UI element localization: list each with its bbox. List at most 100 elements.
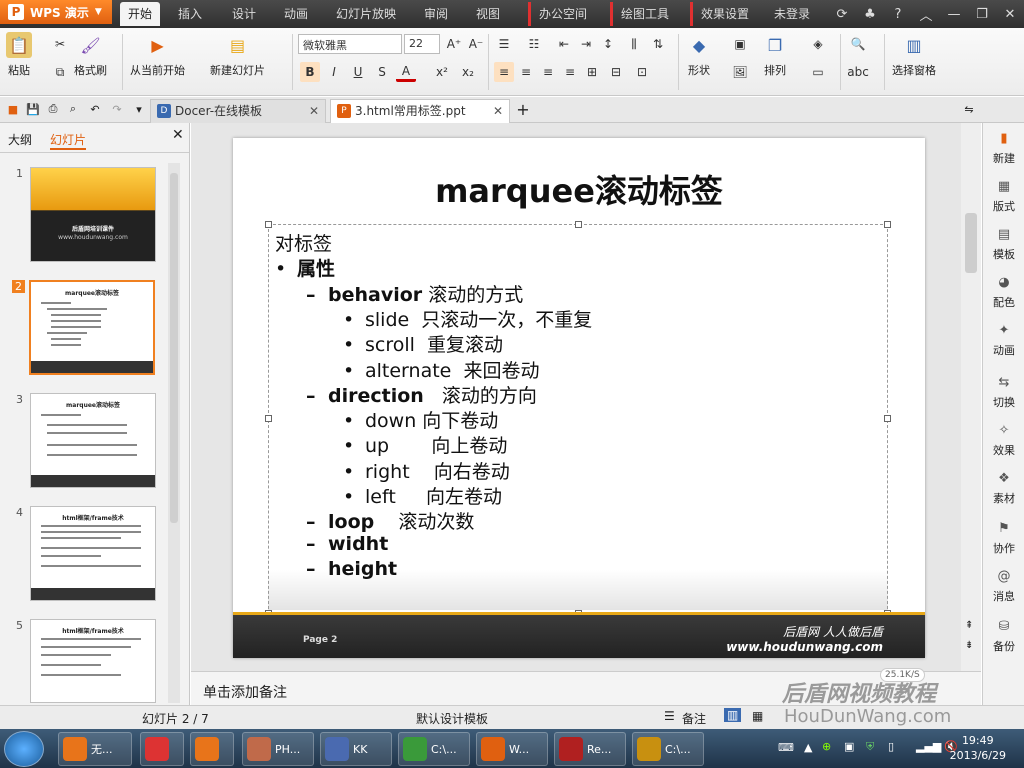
decrease-indent-icon[interactable]: ⇤ (554, 34, 574, 54)
signal-icon[interactable]: ▂▄▆ (916, 740, 941, 753)
tab-drawing-tools[interactable]: 绘图工具 (610, 2, 677, 26)
notes-toggle-icon[interactable]: ☰ (664, 709, 675, 723)
panel-scrollbar[interactable] (168, 163, 180, 703)
close-tab-icon[interactable]: ✕ (309, 100, 319, 122)
print-icon[interactable]: ⎙ (46, 102, 60, 116)
align-left-icon[interactable]: ≡ (494, 62, 514, 82)
rightbar-layout[interactable]: ▦ 版式 (983, 179, 1024, 214)
cut-icon[interactable]: ✂ (50, 34, 70, 54)
wps-small-icon[interactable]: ■ (6, 102, 20, 116)
close-panel-icon[interactable]: ✕ (172, 127, 184, 143)
strike-button[interactable]: S (372, 62, 392, 82)
content-textbox[interactable]: 对标签 • 属性 – behavior 滚动的方式 • slide 只滚动一次，不重复 • sc… (265, 221, 891, 617)
normal-view-icon[interactable]: ▥ (724, 708, 742, 722)
align-center-icon[interactable]: ≡ (516, 62, 536, 82)
tab-menu-icon[interactable]: ⇋ (962, 102, 976, 116)
increase-indent-icon[interactable]: ⇥ (576, 34, 596, 54)
numbered-list-icon[interactable]: ☷ (524, 34, 544, 54)
clock[interactable]: 19:49 2013/6/29 (950, 733, 1006, 763)
subscript-icon[interactable]: x₂ (458, 62, 478, 82)
from-current-button[interactable]: ▶ 从当前开始 (130, 32, 185, 78)
fill-icon[interactable]: ◈ (808, 34, 828, 54)
start-button[interactable] (4, 731, 44, 767)
tab-view[interactable]: 视图 (468, 2, 508, 26)
sorter-view-icon[interactable]: ▦ (752, 709, 763, 723)
format-painter-button[interactable]: 🖌 格式刷 (74, 32, 107, 78)
slide-thumbnail[interactable]: 2 marquee滚动标签 (0, 280, 170, 380)
device-icon[interactable]: ▯ (888, 740, 894, 753)
tab-review[interactable]: 审阅 (416, 2, 456, 26)
tab-office-space[interactable]: 办公空间 (528, 2, 595, 26)
slide-thumbnail[interactable]: 4 html框架/frame技术 (0, 506, 170, 606)
picture-icon[interactable]: ▣ (730, 34, 750, 54)
save-icon[interactable]: 💾 (26, 102, 40, 116)
font-size-select[interactable]: 22 (404, 34, 440, 54)
rightbar-transition[interactable]: ⇆ 切换 (983, 375, 1024, 410)
tab-animation[interactable]: 动画 (276, 2, 316, 26)
tab-effect-settings[interactable]: 效果设置 (690, 2, 757, 26)
shape-button[interactable]: ◆ 形状 (686, 32, 712, 78)
taskbar-item[interactable]: 无... (58, 732, 132, 766)
rightbar-backup[interactable]: ⛁ 备份 (983, 619, 1024, 654)
rightbar-color[interactable]: ◕ 配色 (983, 275, 1024, 310)
resize-handle[interactable] (265, 415, 272, 422)
shrink-font-icon[interactable]: A⁻ (466, 34, 486, 54)
taskbar-item[interactable]: Re... (554, 732, 626, 766)
outline-icon[interactable]: ▭ (808, 62, 828, 82)
paste-button[interactable]: 📋 粘贴 (6, 32, 32, 78)
network-app-icon[interactable]: ▣ (844, 740, 854, 753)
new-slide-button[interactable]: ▤ 新建幻灯片 (210, 32, 265, 78)
superscript-icon[interactable]: x² (432, 62, 452, 82)
rightbar-template[interactable]: ▤ 模板 (983, 227, 1024, 262)
new-tab-icon[interactable]: + (516, 100, 530, 119)
find-icon[interactable]: 🔍 (848, 34, 868, 54)
tab-design[interactable]: 设计 (224, 2, 264, 26)
rightbar-collab[interactable]: ⚑ 协作 (983, 521, 1024, 556)
tab-insert[interactable]: 插入 (170, 2, 210, 26)
tab-slideshow[interactable]: 幻灯片放映 (328, 2, 404, 26)
minimize-icon[interactable]: — (940, 0, 968, 28)
print-preview-icon[interactable]: ⌕ (66, 102, 80, 116)
columns-icon[interactable]: ⫼ (624, 34, 644, 54)
replace-icon[interactable]: abc (847, 62, 869, 82)
line-spacing-icon[interactable]: ↕ (598, 34, 618, 54)
rightbar-new[interactable]: ▮ 新建 (983, 131, 1024, 166)
next-slide-icon[interactable]: ⇟ (965, 640, 973, 651)
notes-pane[interactable]: 单击添加备注 (191, 671, 981, 705)
notes-toggle-label[interactable]: 备注 (682, 710, 706, 727)
doc-tab-ppt[interactable]: P 3.html常用标签.ppt ✕ (330, 99, 510, 123)
keyboard-icon[interactable]: ⌨ (778, 741, 794, 754)
italic-button[interactable]: I (324, 62, 344, 82)
rightbar-effect[interactable]: ✧ 效果 (983, 423, 1024, 458)
text-align-icon[interactable]: ⊡ (632, 62, 652, 82)
taskbar-item[interactable] (190, 732, 234, 766)
grow-font-icon[interactable]: A⁺ (444, 34, 464, 54)
taskbar-item[interactable]: W... (476, 732, 548, 766)
distribute-icon[interactable]: ⊞ (582, 62, 602, 82)
copy-icon[interactable]: ⧉ (50, 62, 70, 82)
prev-slide-icon[interactable]: ⇞ (965, 620, 973, 631)
scroll-thumb[interactable] (965, 213, 977, 273)
shield-icon[interactable]: ⛨ (866, 740, 874, 754)
selection-pane-button[interactable]: ▥ 选择窗格 (892, 32, 936, 78)
image-icon[interactable]: 🖼 (730, 62, 750, 82)
slide-thumbnail[interactable]: 3 marquee滚动标签 (0, 393, 170, 493)
plus-icon[interactable]: ⊕ (822, 740, 831, 753)
restore-icon[interactable]: ❐ (968, 0, 996, 28)
font-name-select[interactable]: 微软雅黑 (298, 34, 402, 54)
vertical-align-icon[interactable]: ⊟ (606, 62, 626, 82)
tab-slides[interactable]: 幻灯片 (50, 131, 87, 150)
show-hidden-icon[interactable]: ▲ (804, 741, 812, 754)
slide-thumbnail[interactable]: 5 html框架/frame技术 (0, 619, 170, 719)
font-color-button[interactable]: A (396, 62, 416, 82)
rightbar-animation[interactable]: ✦ 动画 (983, 323, 1024, 358)
taskbar-item[interactable] (140, 732, 184, 766)
login-link[interactable]: 未登录 (766, 2, 818, 26)
slide-title[interactable]: marquee滚动标签 (233, 166, 925, 212)
tab-home[interactable]: 开始 (120, 2, 161, 26)
skin-icon[interactable]: ⟳ (828, 0, 856, 28)
collapse-ribbon-icon[interactable]: ︿ (912, 0, 940, 28)
resize-handle[interactable] (265, 221, 272, 228)
resize-handle[interactable] (884, 221, 891, 228)
doc-tab-docer[interactable]: D Docer-在线模板 ✕ (150, 99, 326, 123)
